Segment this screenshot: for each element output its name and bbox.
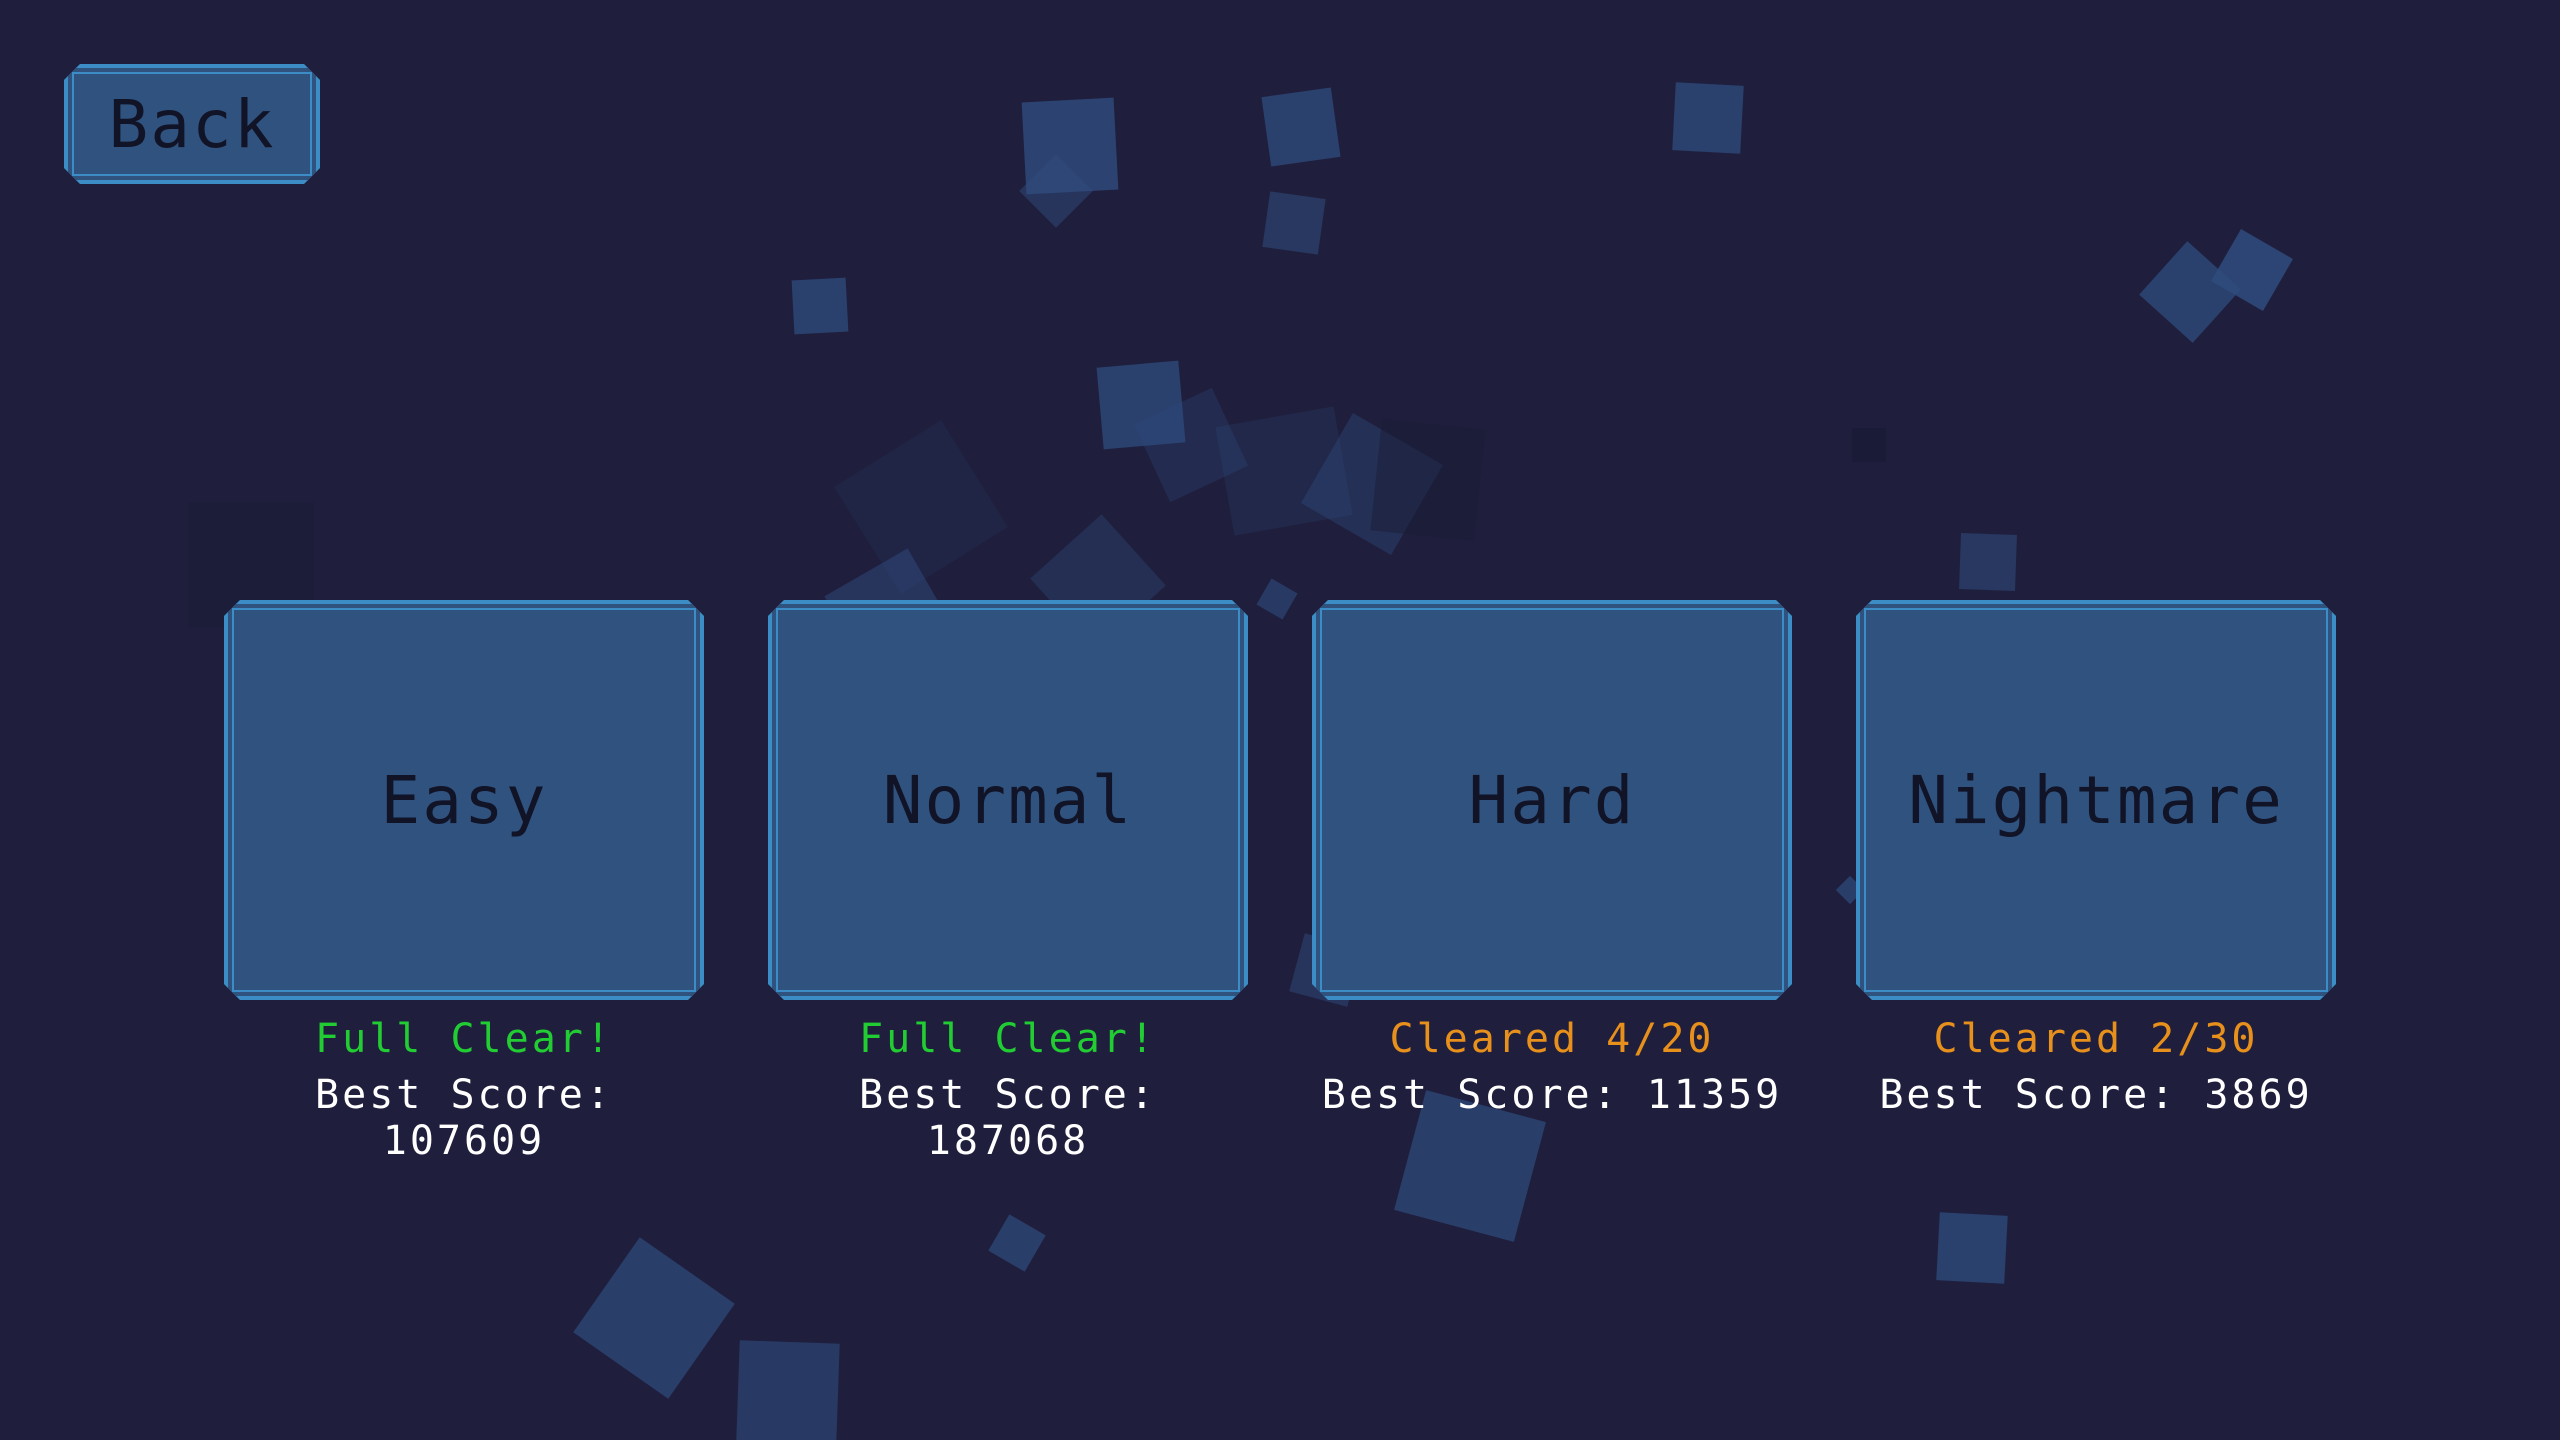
difficulty-card-normal[interactable]: Normal xyxy=(768,600,1248,1000)
back-button-label: Back xyxy=(108,85,276,163)
difficulty-label: Easy xyxy=(380,761,548,839)
difficulty-label: Normal xyxy=(882,761,1134,839)
floating-square xyxy=(1261,87,1341,167)
floating-square xyxy=(791,277,849,335)
difficulty-card-easy[interactable]: Easy xyxy=(224,600,704,1000)
difficulty-card-nightmare[interactable]: Nightmare xyxy=(1856,600,2336,1000)
clear-status-normal: Full Clear! xyxy=(859,1016,1157,1062)
floating-square xyxy=(1852,428,1886,462)
clear-status-nightmare: Cleared 2/30 xyxy=(1933,1016,2259,1062)
best-score-normal: Best Score: 187068 xyxy=(859,1072,1157,1164)
back-button[interactable]: Back xyxy=(64,64,320,184)
floating-square xyxy=(834,420,1008,594)
floating-square xyxy=(1959,533,2017,591)
floating-square xyxy=(1672,82,1744,154)
best-score-easy: Best Score: 107609 xyxy=(315,1072,613,1164)
floating-square xyxy=(736,1340,840,1440)
floating-square xyxy=(988,1214,1046,1272)
floating-square xyxy=(1936,1212,2008,1284)
difficulty-select-screen: Back Easy Full Clear! Best Score: 107609… xyxy=(0,0,2560,1440)
best-score-nightmare: Best Score: 3869 xyxy=(1879,1072,2313,1118)
floating-square xyxy=(1262,191,1326,255)
clear-status-easy: Full Clear! xyxy=(315,1016,613,1062)
difficulty-label: Hard xyxy=(1468,761,1636,839)
floating-square xyxy=(573,1237,735,1399)
clear-status-hard: Cleared 4/20 xyxy=(1389,1016,1715,1062)
floating-square xyxy=(1370,418,1486,542)
best-score-hard: Best Score: 11359 xyxy=(1321,1072,1783,1118)
difficulty-label: Nightmare xyxy=(1908,761,2284,839)
difficulty-card-hard[interactable]: Hard xyxy=(1312,600,1792,1000)
floating-square xyxy=(1256,578,1298,620)
